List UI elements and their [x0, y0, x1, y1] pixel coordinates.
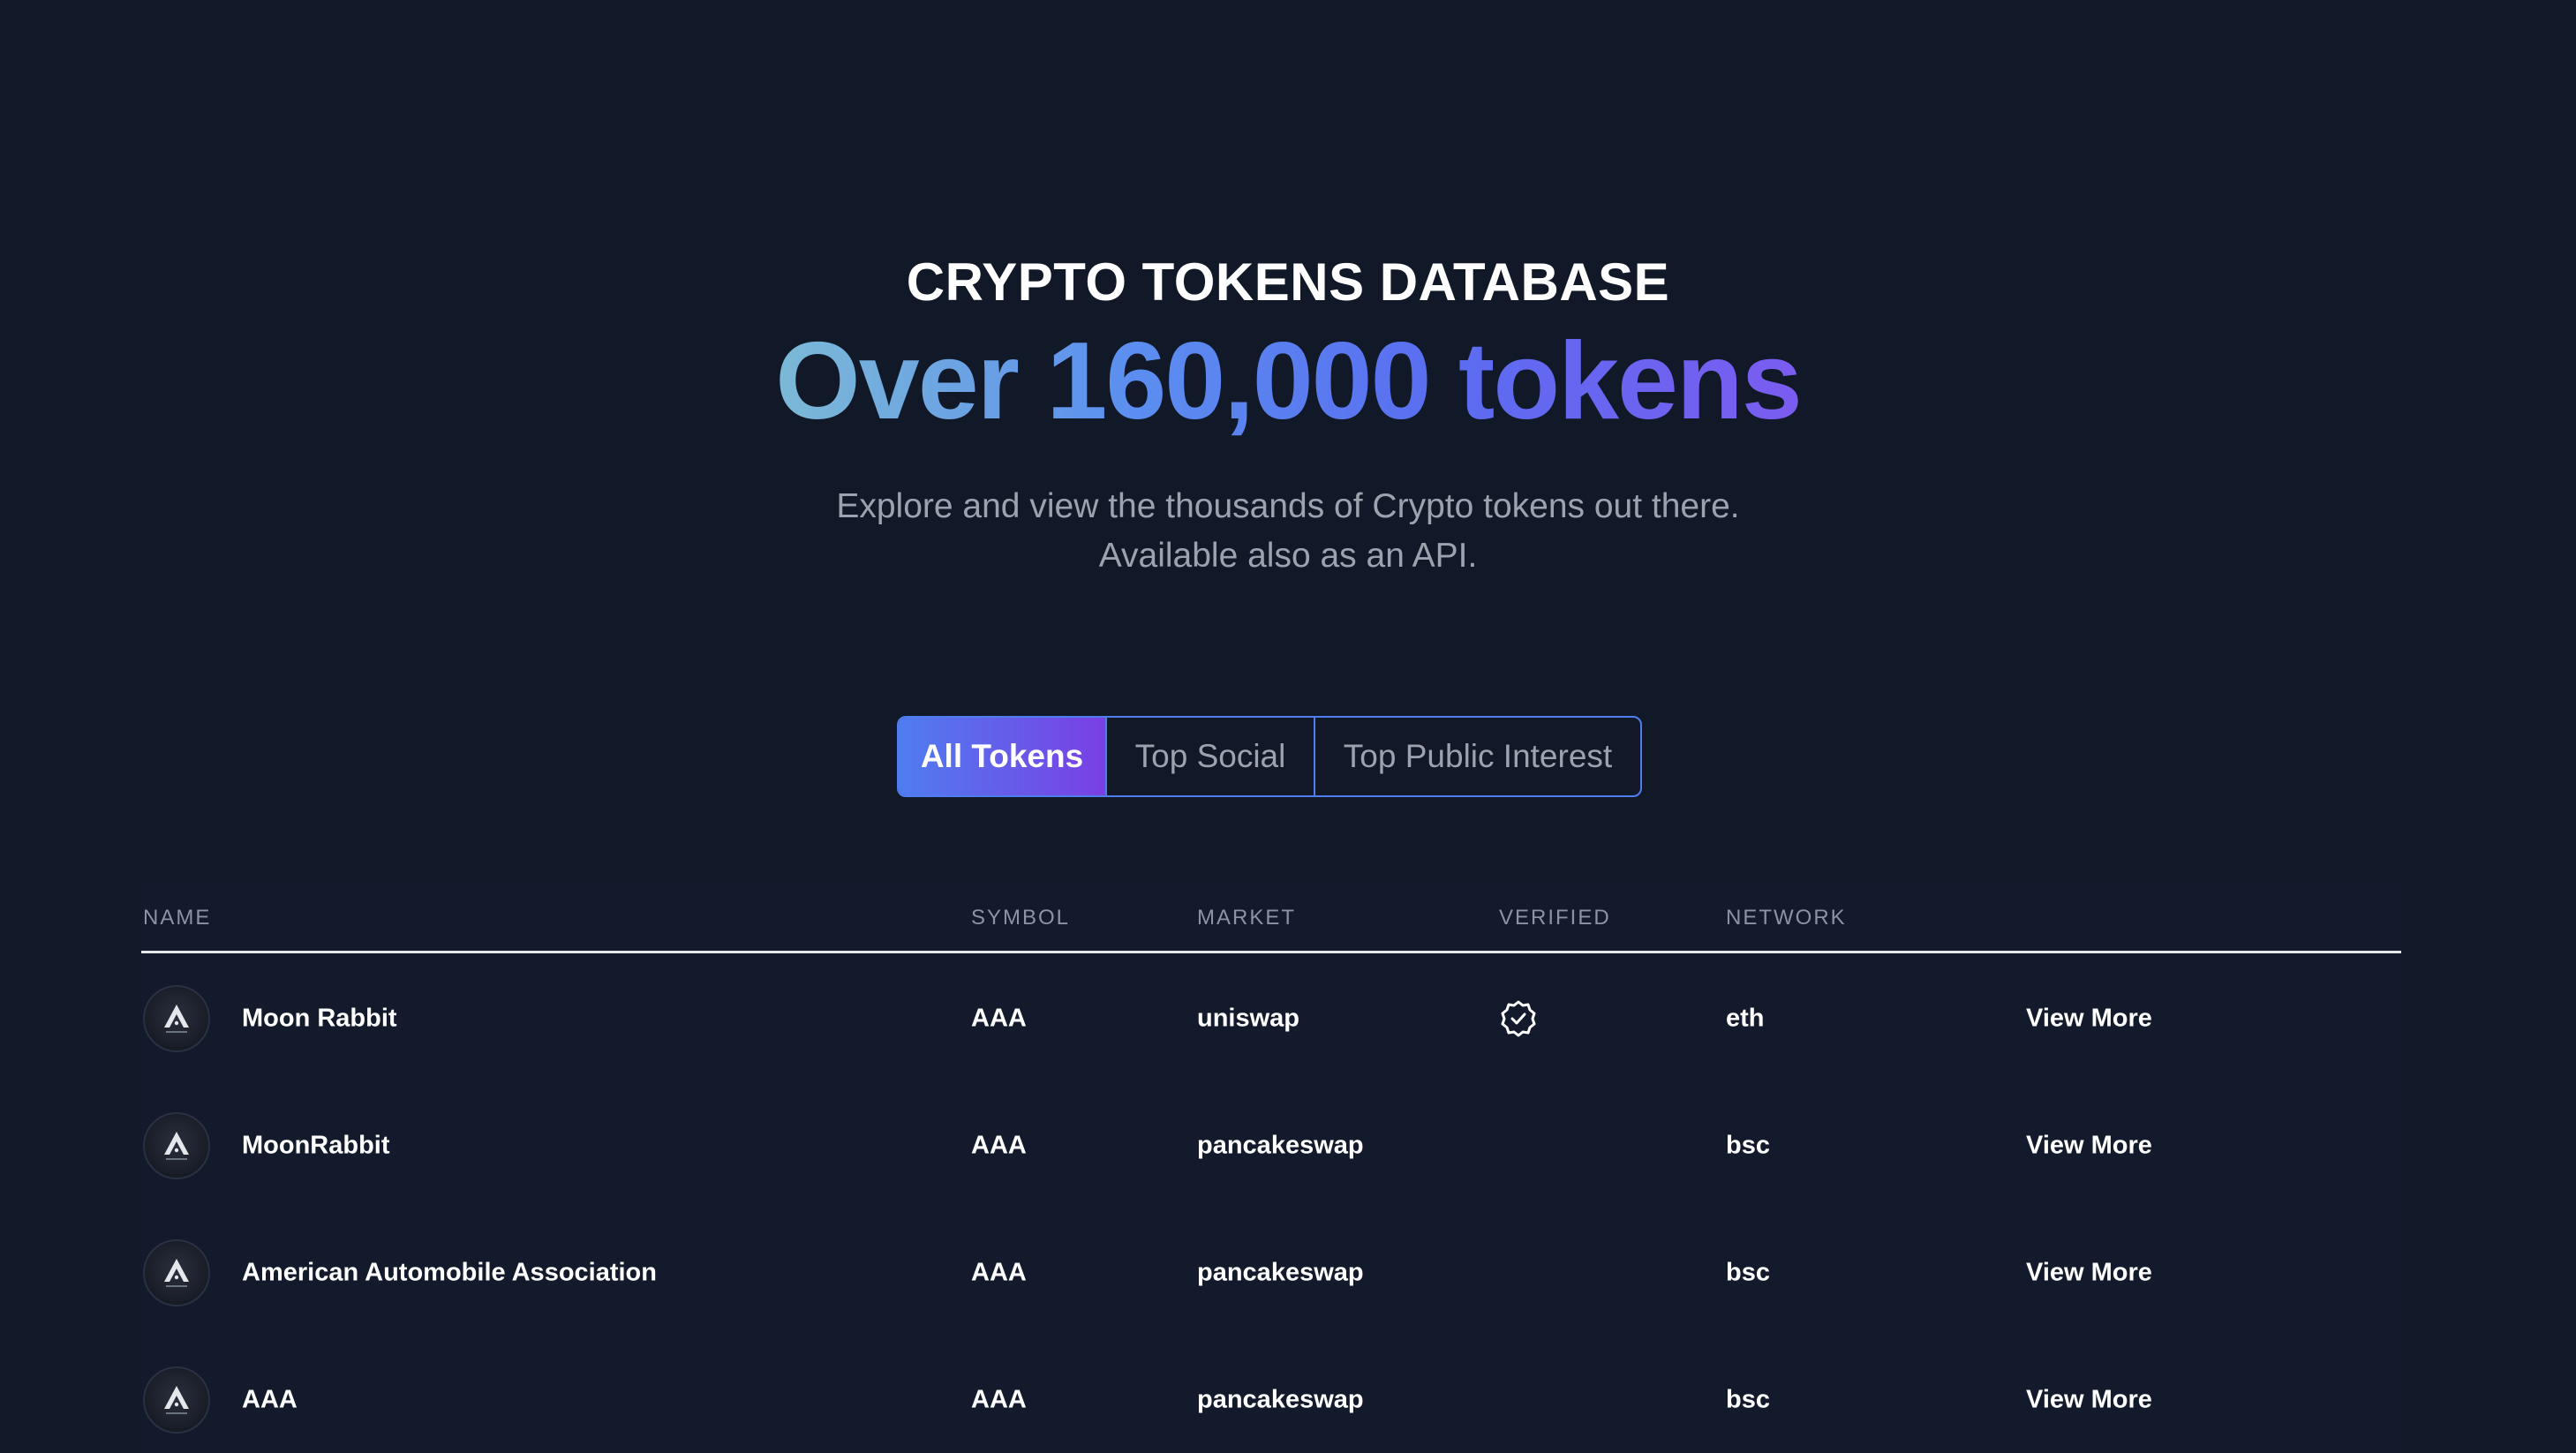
- table-row[interactable]: American Automobile Association AAA panc…: [141, 1209, 2401, 1336]
- hero-subline: Explore and view the thousands of Crypto…: [0, 482, 2576, 581]
- token-logo-icon: [143, 1366, 210, 1434]
- hero-eyebrow: CRYPTO TOKENS DATABASE: [906, 252, 1670, 312]
- table-header: NAME SYMBOL MARKET VERIFIED NETWORK: [141, 883, 2401, 953]
- hero-subline-2: Available also as an API.: [1098, 537, 1478, 575]
- token-logo-glyph: [164, 1259, 189, 1287]
- token-name: American Automobile Association: [242, 1258, 657, 1287]
- column-header-market: MARKET: [1197, 906, 1297, 930]
- view-more-link[interactable]: View More: [2026, 1386, 2152, 1415]
- hero-subline-1: Explore and view the thousands of Crypto…: [836, 487, 1740, 525]
- token-market: pancakeswap: [1197, 1258, 1364, 1287]
- column-header-verified: VERIFIED: [1499, 906, 1611, 930]
- token-market: pancakeswap: [1197, 1131, 1364, 1160]
- column-header-symbol: SYMBOL: [971, 906, 1071, 930]
- token-market: pancakeswap: [1197, 1385, 1364, 1414]
- token-filter-tabs: All Tokens Top Social Top Public Interes…: [897, 716, 1642, 797]
- token-symbol: AAA: [971, 1385, 1027, 1414]
- token-network: eth: [1726, 1004, 1765, 1033]
- token-name: MoonRabbit: [242, 1131, 390, 1160]
- hero-headline: Over 160,000 tokens: [775, 320, 1802, 442]
- token-name: Moon Rabbit: [242, 1004, 397, 1033]
- tab-top-social[interactable]: Top Social: [1105, 718, 1314, 795]
- token-market: uniswap: [1197, 1004, 1300, 1033]
- token-logo-glyph: [164, 1132, 189, 1160]
- token-network: bsc: [1726, 1131, 1770, 1160]
- view-more-link[interactable]: View More: [2026, 1132, 2152, 1161]
- token-logo-icon: [143, 1112, 210, 1179]
- hero: CRYPTO TOKENS DATABASE Over 160,000 toke…: [0, 249, 2576, 581]
- token-logo-glyph: [164, 1386, 189, 1414]
- view-more-link[interactable]: View More: [2026, 1005, 2152, 1034]
- token-symbol: AAA: [971, 1131, 1027, 1160]
- page: CRYPTO TOKENS DATABASE Over 160,000 toke…: [0, 0, 2576, 1453]
- token-logo-glyph: [164, 1005, 189, 1033]
- view-more-link[interactable]: View More: [2026, 1259, 2152, 1288]
- token-network: bsc: [1726, 1385, 1770, 1414]
- tokens-table: NAME SYMBOL MARKET VERIFIED NETWORK Moon…: [141, 883, 2401, 1453]
- token-logo-icon: [143, 1239, 210, 1306]
- column-header-name: NAME: [143, 906, 212, 930]
- column-header-network: NETWORK: [1726, 906, 1847, 930]
- token-symbol: AAA: [971, 1258, 1027, 1287]
- table-row[interactable]: MoonRabbit AAA pancakeswap bsc View More: [141, 1082, 2401, 1209]
- tab-top-public-interest[interactable]: Top Public Interest: [1314, 718, 1640, 795]
- tab-all-tokens[interactable]: All Tokens: [899, 718, 1105, 795]
- token-name: AAA: [242, 1385, 298, 1414]
- table-row[interactable]: AAA AAA pancakeswap bsc View More: [141, 1336, 2401, 1453]
- token-logo-icon: [143, 985, 210, 1052]
- token-network: bsc: [1726, 1258, 1770, 1287]
- verified-badge-icon: [1501, 1000, 1536, 1037]
- table-row[interactable]: Moon Rabbit AAA uniswap eth View More: [141, 955, 2401, 1082]
- token-symbol: AAA: [971, 1004, 1027, 1033]
